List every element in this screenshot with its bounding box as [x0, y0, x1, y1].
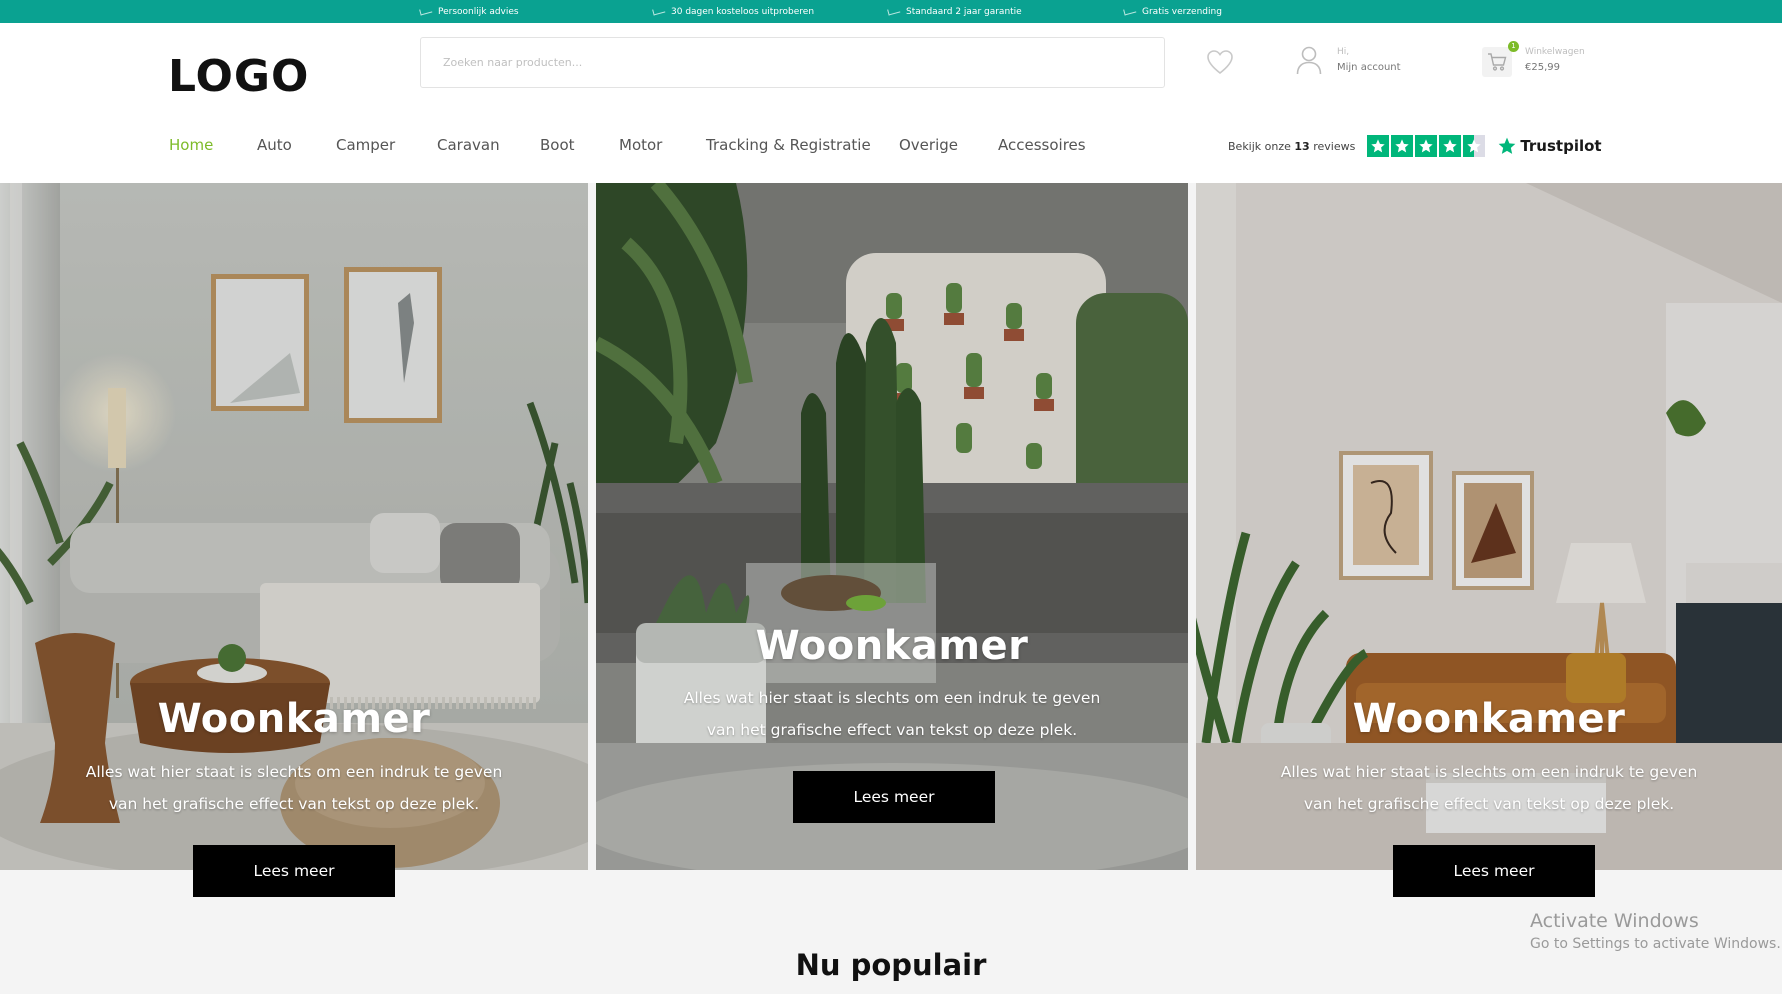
- trustpilot-logo: Trustpilot: [1497, 136, 1602, 156]
- check-icon: [1123, 6, 1137, 15]
- os-activation-watermark: Activate Windows Go to Settings to activ…: [1530, 910, 1781, 952]
- nav-item-camper[interactable]: Camper: [336, 136, 395, 154]
- trustpilot-text: Bekijk onze 13 reviews: [1228, 139, 1356, 153]
- cart-label: Winkelwagen: [1525, 47, 1585, 57]
- trustpilot-star-icon: [1498, 137, 1516, 154]
- cart-count-badge: 1: [1508, 41, 1519, 52]
- usp-bar: Persoonlijk advies 30 dagen kosteloos ui…: [0, 0, 1782, 23]
- usp-item: Persoonlijk advies: [419, 0, 519, 23]
- trustpilot-star-icon: [1367, 135, 1390, 157]
- panel-title: Woonkamer: [157, 696, 431, 742]
- hero-image: [596, 183, 1188, 870]
- hero-panel: Woonkamer Alles wat hier staat is slecht…: [1196, 183, 1782, 897]
- nav-item-accessoires[interactable]: Accessoires: [998, 136, 1086, 154]
- nav-item-overige[interactable]: Overige: [899, 136, 958, 154]
- check-icon: [887, 6, 901, 15]
- section-title-popular: Nu populair: [795, 948, 987, 982]
- search-input[interactable]: [420, 37, 1165, 88]
- trustpilot-stars: [1367, 135, 1486, 157]
- nav-item-boot[interactable]: Boot: [540, 136, 575, 154]
- usp-item: 30 dagen kosteloos uitproberen: [652, 0, 814, 23]
- check-icon: [419, 6, 433, 15]
- account-greeting: Hi,: [1337, 47, 1350, 57]
- cart-icon-box: [1482, 47, 1512, 77]
- trustpilot-widget[interactable]: Bekijk onze 13 reviews Trustpilot: [1228, 133, 1602, 159]
- trustpilot-star-half-icon: [1463, 135, 1486, 157]
- account-label: Mijn account: [1337, 62, 1401, 73]
- hero-panel: Woonkamer Alles wat hier staat is slecht…: [596, 183, 1188, 870]
- nav-item-tracking[interactable]: Tracking & Registratie: [706, 136, 871, 154]
- panel-description: Alles wat hier staat is slechts om een i…: [1280, 763, 1698, 813]
- user-icon: [1296, 46, 1322, 75]
- site-header: LOGO Hi, Mijn account 1 Winkelwagen €25,…: [0, 23, 1782, 183]
- nav-item-motor[interactable]: Motor: [619, 136, 662, 154]
- panel-title: Woonkamer: [1352, 696, 1626, 742]
- read-more-button[interactable]: Lees meer: [793, 771, 995, 823]
- trustpilot-star-icon: [1415, 135, 1438, 157]
- nav-item-auto[interactable]: Auto: [257, 136, 292, 154]
- panel-title: Woonkamer: [755, 623, 1029, 669]
- nav-item-home[interactable]: Home: [169, 136, 213, 154]
- heart-icon[interactable]: [1205, 47, 1235, 77]
- cart-link[interactable]: 1 Winkelwagen €25,99: [1482, 41, 1612, 85]
- account-link[interactable]: Hi, Mijn account: [1296, 41, 1426, 85]
- panel-description: Alles wat hier staat is slechts om een i…: [85, 763, 503, 813]
- panel-description: Alles wat hier staat is slechts om een i…: [683, 689, 1101, 739]
- usp-item: Standaard 2 jaar garantie: [887, 0, 1022, 23]
- read-more-button[interactable]: Lees meer: [193, 845, 395, 897]
- trustpilot-star-icon: [1391, 135, 1414, 157]
- cart-total: €25,99: [1525, 62, 1560, 73]
- cart-icon: [1488, 53, 1507, 71]
- site-logo[interactable]: LOGO: [168, 51, 309, 102]
- nav-item-caravan[interactable]: Caravan: [437, 136, 500, 154]
- hero-panel: Woonkamer Alles wat hier staat is slecht…: [0, 183, 588, 897]
- read-more-button[interactable]: Lees meer: [1393, 845, 1595, 897]
- check-icon: [652, 6, 666, 15]
- trustpilot-star-icon: [1439, 135, 1462, 157]
- usp-item: Gratis verzending: [1123, 0, 1222, 23]
